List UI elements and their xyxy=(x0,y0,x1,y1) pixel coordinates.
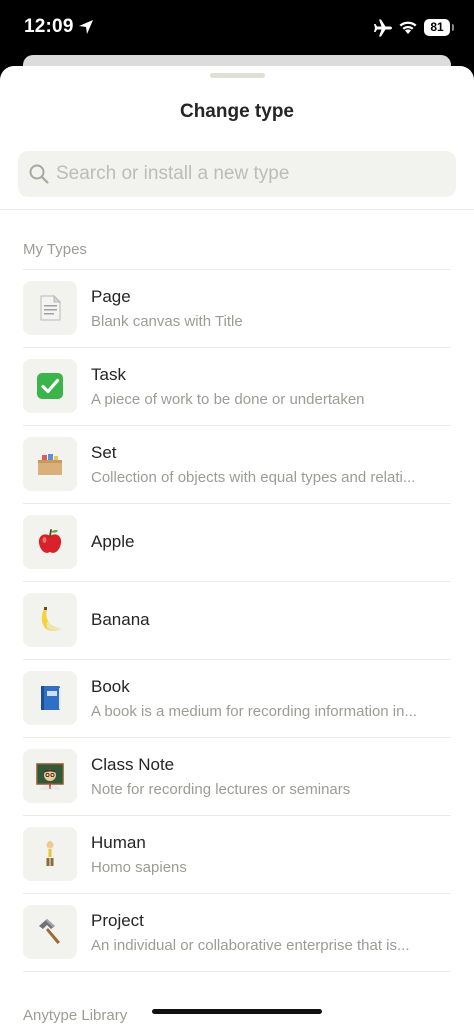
list-divider xyxy=(23,971,451,972)
search-input[interactable] xyxy=(56,151,446,197)
type-description: Homo sapiens xyxy=(91,859,187,876)
teacher-icon xyxy=(23,749,77,803)
home-indicator[interactable] xyxy=(152,1009,322,1014)
type-name: Set xyxy=(91,443,117,462)
battery-cap xyxy=(452,24,454,31)
type-name: Apple xyxy=(91,532,135,551)
type-row-page[interactable]: Page Blank canvas with Title xyxy=(0,270,474,347)
change-type-sheet: Change type My Types Page Blank canvas xyxy=(0,66,474,1025)
type-name: Project xyxy=(91,911,144,930)
status-bar: 12:09 81 xyxy=(0,0,474,56)
banana-icon xyxy=(23,593,77,647)
person-icon xyxy=(23,827,77,881)
type-row-set[interactable]: Set Collection of objects with equal typ… xyxy=(0,426,474,503)
type-name: Book xyxy=(91,677,130,696)
apple-icon xyxy=(23,515,77,569)
type-description: Blank canvas with Title xyxy=(91,313,243,330)
card-box-icon xyxy=(23,437,77,491)
battery-indicator: 81 xyxy=(424,19,450,36)
type-description: Note for recording lectures or seminars xyxy=(91,781,351,798)
section-label-my-types: My Types xyxy=(23,241,87,258)
type-row-banana[interactable]: Banana xyxy=(0,582,474,659)
type-list: Page Blank canvas with Title Task A piec… xyxy=(0,269,474,972)
location-arrow-icon xyxy=(79,20,93,34)
checkmark-icon xyxy=(23,359,77,413)
type-row-task[interactable]: Task A piece of work to be done or under… xyxy=(0,348,474,425)
hammer-icon xyxy=(23,905,77,959)
type-row-project[interactable]: Project An individual or collaborative e… xyxy=(0,894,474,971)
status-time: 12:09 xyxy=(24,16,74,37)
type-description: An individual or collaborative enterpris… xyxy=(91,937,410,954)
page-icon xyxy=(23,281,77,335)
type-name: Human xyxy=(91,833,146,852)
wifi-icon xyxy=(399,21,417,34)
sheet-title: Change type xyxy=(179,101,295,122)
type-description: Collection of objects with equal types a… xyxy=(91,469,416,486)
search-icon xyxy=(29,164,49,184)
airplane-mode-icon xyxy=(374,19,392,37)
type-description: A book is a medium for recording informa… xyxy=(91,703,417,720)
type-name: Class Note xyxy=(91,755,175,774)
type-name: Page xyxy=(91,287,131,306)
sheet-grabber[interactable] xyxy=(210,73,265,78)
type-row-apple[interactable]: Apple xyxy=(0,504,474,581)
type-name: Banana xyxy=(91,610,150,629)
type-row-class-note[interactable]: Class Note Note for recording lectures o… xyxy=(0,738,474,815)
book-icon xyxy=(23,671,77,725)
type-name: Task xyxy=(91,365,126,384)
section-label-anytype-library: Anytype Library xyxy=(23,1007,128,1024)
type-row-book[interactable]: Book A book is a medium for recording in… xyxy=(0,660,474,737)
type-description: A piece of work to be done or undertaken xyxy=(91,391,365,408)
header-divider xyxy=(0,209,474,210)
search-box[interactable] xyxy=(18,151,456,197)
type-row-human[interactable]: Human Homo sapiens xyxy=(0,816,474,893)
